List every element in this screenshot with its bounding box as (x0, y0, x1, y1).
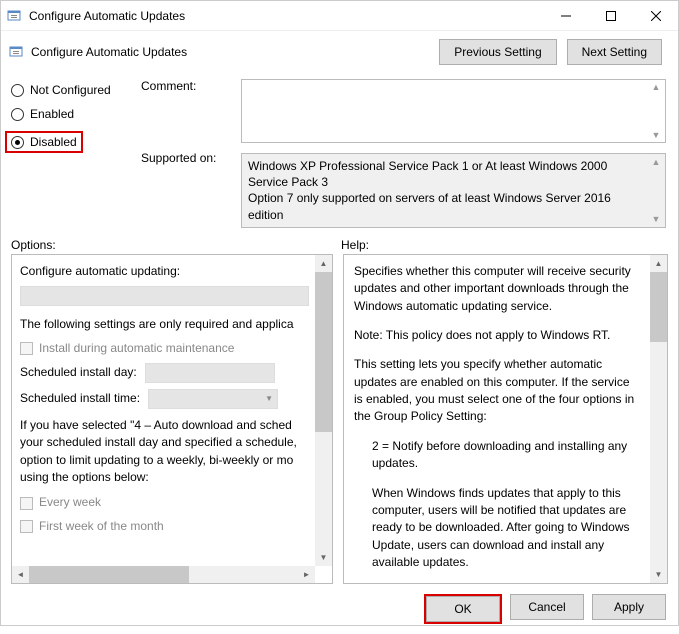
vertical-scrollbar[interactable]: ▲ ▼ (650, 255, 667, 583)
policy-icon (7, 8, 23, 24)
options-note: The following settings are only required… (20, 316, 309, 333)
radio-label: Not Configured (30, 83, 111, 97)
dialog-footer: OK Cancel Apply (1, 584, 678, 634)
supported-on-label: Supported on: (141, 151, 231, 165)
checkbox-every-week[interactable]: Every week (20, 494, 309, 511)
maximize-button[interactable] (588, 1, 633, 30)
options-paragraph: If you have selected "4 – Auto download … (20, 417, 309, 487)
update-mode-dropdown[interactable] (20, 286, 309, 306)
comment-label: Comment: (141, 79, 231, 151)
radio-not-configured[interactable]: Not Configured (11, 83, 131, 97)
checkbox-label: Install during automatic maintenance (39, 340, 234, 357)
radio-label: Disabled (30, 135, 77, 149)
help-text: This setting lets you specify whether au… (354, 356, 640, 426)
supported-on-value: Windows XP Professional Service Pack 1 o… (248, 158, 659, 223)
comment-textarea[interactable]: ▲▼ (241, 79, 666, 143)
titlebar: Configure Automatic Updates (1, 1, 678, 31)
checkbox-label: Every week (39, 494, 101, 511)
checkbox-install-maintenance[interactable]: Install during automatic maintenance (20, 340, 309, 357)
policy-icon (9, 44, 25, 60)
previous-setting-button[interactable]: Previous Setting (439, 39, 556, 65)
state-radios: Not Configured Enabled Disabled (11, 79, 131, 228)
help-text: Specifies whether this computer will rec… (354, 263, 640, 315)
subtitle-bar: Configure Automatic Updates Previous Set… (1, 31, 678, 69)
scrollbar[interactable]: ▲▼ (649, 80, 663, 142)
help-text: When Windows finds updates that apply to… (354, 485, 640, 572)
radio-enabled[interactable]: Enabled (11, 107, 131, 121)
radio-disabled[interactable]: Disabled (5, 131, 83, 153)
help-text: 2 = Notify before downloading and instal… (354, 438, 640, 473)
checkbox-label: First week of the month (39, 518, 164, 535)
next-setting-button[interactable]: Next Setting (567, 39, 662, 65)
help-section-label: Help: (341, 238, 369, 252)
horizontal-scrollbar[interactable]: ◄ ► (12, 566, 315, 583)
install-time-dropdown[interactable]: ▼ (148, 389, 278, 409)
help-text: Note: This policy does not apply to Wind… (354, 327, 640, 344)
install-day-dropdown[interactable] (145, 363, 275, 383)
minimize-button[interactable] (543, 1, 588, 30)
radio-label: Enabled (30, 107, 74, 121)
options-heading: Configure automatic updating: (20, 263, 309, 280)
policy-name: Configure Automatic Updates (25, 45, 439, 59)
supported-on-text: Windows XP Professional Service Pack 1 o… (241, 153, 666, 228)
close-button[interactable] (633, 1, 678, 30)
help-panel: Specifies whether this computer will rec… (343, 254, 668, 584)
options-panel: Configure automatic updating: The follow… (11, 254, 333, 584)
cancel-button[interactable]: Cancel (510, 594, 584, 620)
window-buttons (543, 1, 678, 30)
scrollbar[interactable]: ▲▼ (649, 154, 663, 227)
install-day-label: Scheduled install day: (20, 364, 137, 381)
apply-button[interactable]: Apply (592, 594, 666, 620)
checkbox-first-week[interactable]: First week of the month (20, 518, 309, 535)
vertical-scrollbar[interactable]: ▲ ▼ (315, 255, 332, 566)
install-time-label: Scheduled install time: (20, 390, 140, 407)
window-title: Configure Automatic Updates (23, 9, 543, 23)
state-form: Not Configured Enabled Disabled Comment:… (1, 69, 678, 232)
options-section-label: Options: (11, 238, 341, 252)
ok-button[interactable]: OK (426, 596, 500, 622)
